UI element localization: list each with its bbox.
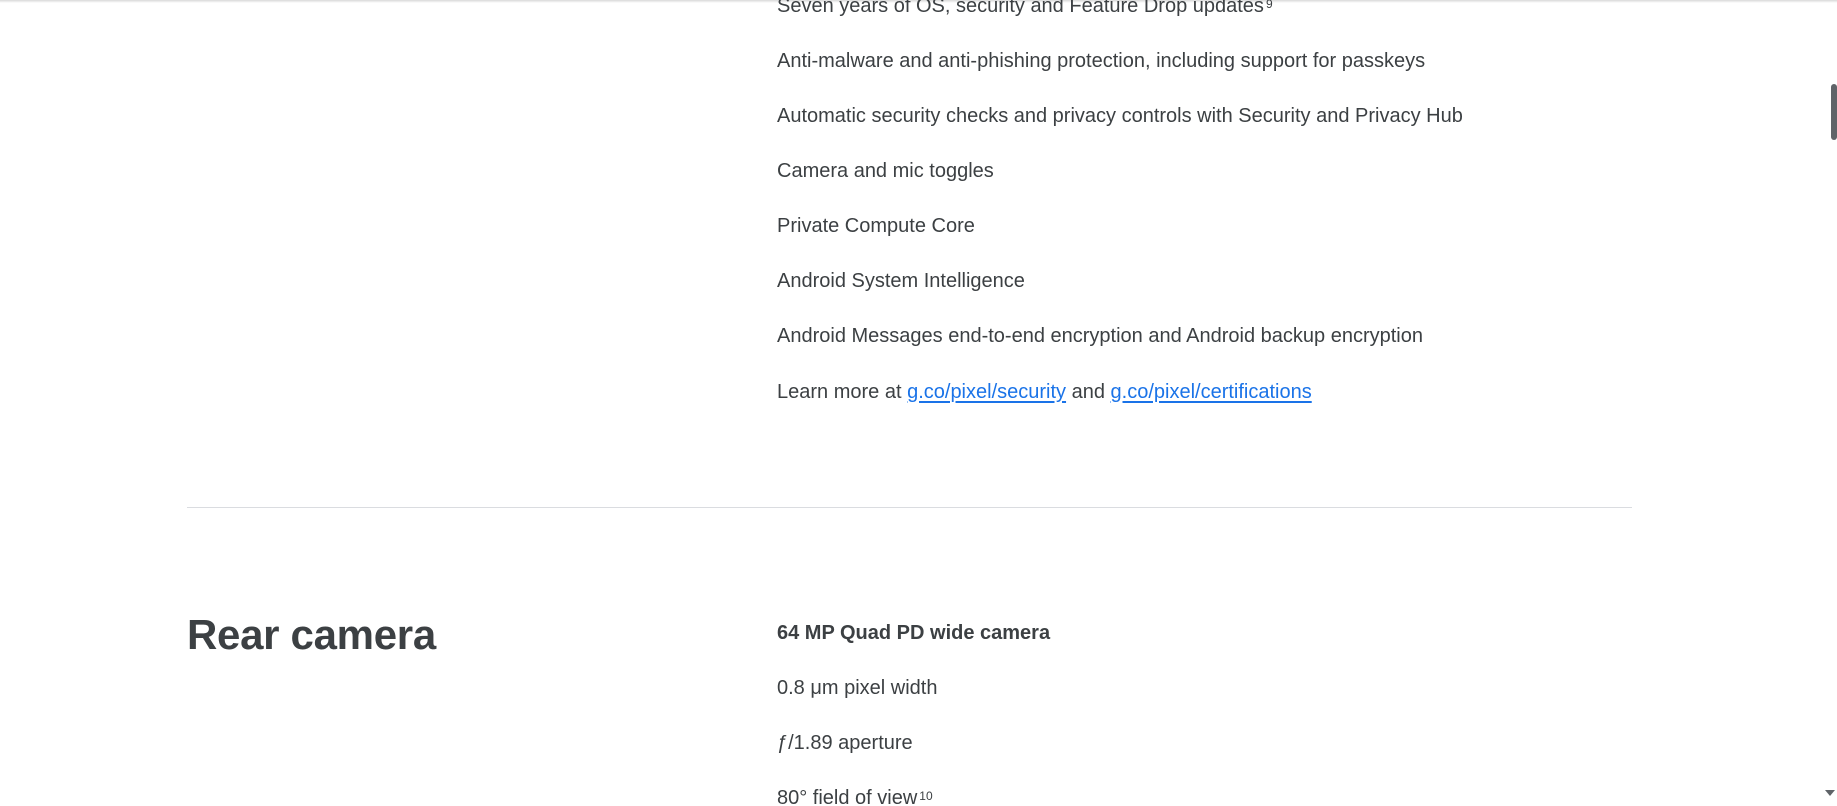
spec-item-text: ƒ/1.89 aperture bbox=[777, 732, 913, 754]
learn-more-prefix: Learn more at bbox=[777, 381, 908, 403]
scroll-down-arrow-icon[interactable] bbox=[1825, 790, 1835, 796]
footnote-marker[interactable]: 9 bbox=[1266, 0, 1273, 11]
certifications-link[interactable]: g.co/pixel/certifications bbox=[1111, 381, 1312, 403]
spec-item-field-of-view: 80° field of view 10 bbox=[777, 786, 933, 806]
spec-item-encryption: Android Messages end-to-end encryption a… bbox=[777, 324, 1423, 348]
learn-more-line: Learn more at g.co/pixel/security and g.… bbox=[777, 380, 1312, 404]
scrollbar-thumb[interactable] bbox=[1831, 84, 1837, 140]
footnote-marker[interactable]: 10 bbox=[919, 789, 932, 803]
spec-item-wide-camera: 64 MP Quad PD wide camera bbox=[777, 621, 1050, 645]
spec-item-security-checks: Automatic security checks and privacy co… bbox=[777, 104, 1463, 128]
spec-item-private-compute-core: Private Compute Core bbox=[777, 214, 975, 238]
spec-item-text: Seven years of OS, security and Feature … bbox=[777, 0, 1264, 17]
spec-item-text: Android Messages end-to-end encryption a… bbox=[777, 325, 1423, 347]
spec-page: Seven years of OS, security and Feature … bbox=[0, 0, 1837, 806]
section-divider bbox=[187, 507, 1632, 508]
spec-item-updates: Seven years of OS, security and Feature … bbox=[777, 0, 1273, 18]
spec-item-aperture: ƒ/1.89 aperture bbox=[777, 731, 913, 755]
security-link[interactable]: g.co/pixel/security bbox=[907, 381, 1066, 403]
rear-camera-heading: Rear camera bbox=[187, 611, 436, 658]
spec-item-system-intelligence: Android System Intelligence bbox=[777, 269, 1025, 293]
learn-more-conjunction: and bbox=[1066, 381, 1111, 403]
spec-item-text: 64 MP Quad PD wide camera bbox=[777, 622, 1051, 644]
spec-item-text: Android System Intelligence bbox=[777, 270, 1025, 292]
spec-item-pixel-width: 0.8 μm pixel width bbox=[777, 676, 937, 700]
spec-item-text: 0.8 μm pixel width bbox=[777, 677, 938, 699]
spec-item-anti-malware: Anti-malware and anti-phishing protectio… bbox=[777, 49, 1425, 73]
spec-item-text: Private Compute Core bbox=[777, 215, 975, 237]
spec-item-text: Camera and mic toggles bbox=[777, 160, 994, 182]
spec-item-text: Automatic security checks and privacy co… bbox=[777, 105, 1463, 127]
spec-item-text: Anti-malware and anti-phishing protectio… bbox=[777, 50, 1426, 72]
spec-item-camera-mic-toggles: Camera and mic toggles bbox=[777, 159, 994, 183]
spec-item-text: 80° field of view bbox=[777, 787, 918, 806]
